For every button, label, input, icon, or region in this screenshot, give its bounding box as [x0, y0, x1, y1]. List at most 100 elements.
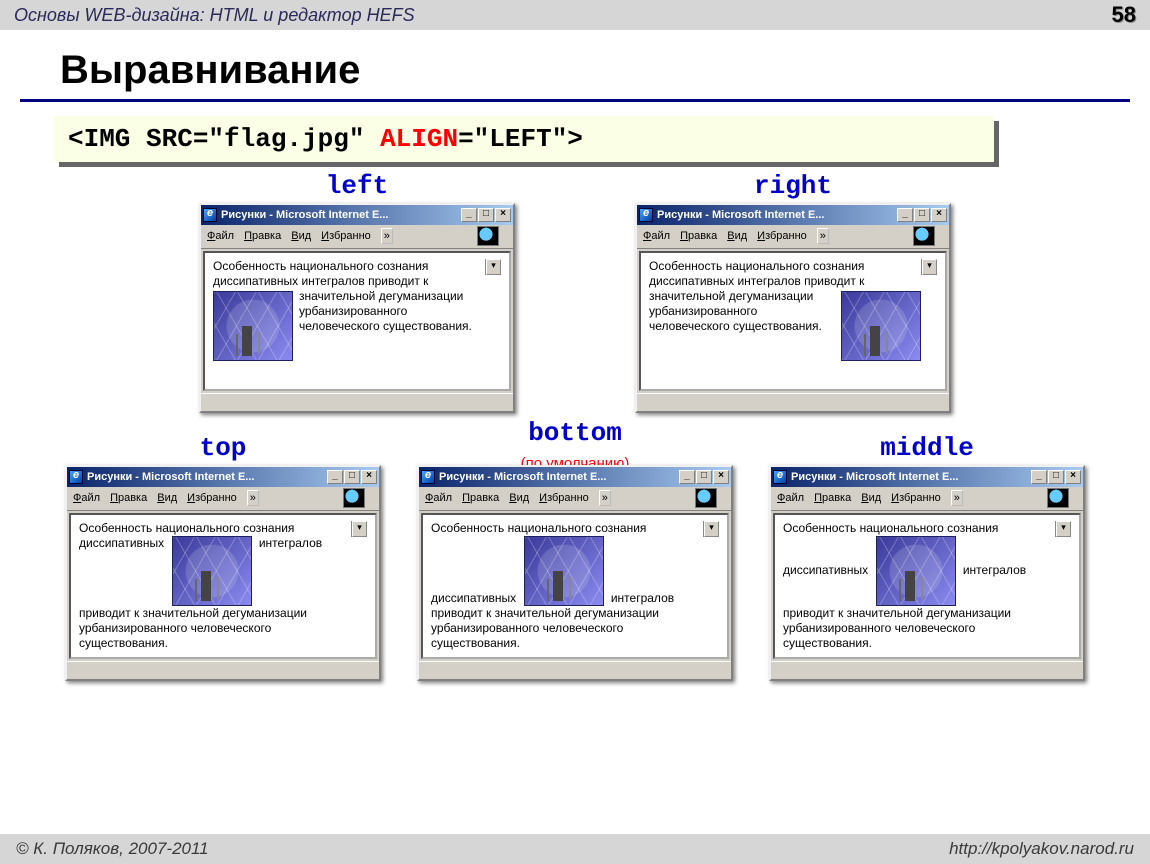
scrollbar[interactable]: ▾ [1055, 521, 1071, 537]
maximize-button[interactable]: □ [914, 208, 930, 222]
ie-icon [639, 208, 653, 222]
content-area: Особенность национального сознания дисси… [421, 513, 729, 659]
titlebar: Рисунки - Microsoft Internet E... _ □ × [67, 467, 379, 487]
text-mid-mid1: диссипативных [783, 563, 868, 577]
preview-bottom: bottom (по умолчанию) Рисунки - Microsof… [417, 419, 733, 681]
statusbar [67, 661, 379, 679]
ie-icon [421, 470, 435, 484]
content-area: Особенность национального сознания дисси… [203, 251, 511, 391]
text-part1: Особенность национального сознания дисси… [213, 259, 428, 288]
ie-icon [69, 470, 83, 484]
maximize-button[interactable]: □ [696, 470, 712, 484]
menu-file[interactable]: Файл [425, 492, 452, 504]
titlebar: Рисунки - Microsoft Internet E... _ □ × [771, 467, 1083, 487]
scrollbar[interactable]: ▾ [703, 521, 719, 537]
page-number: 58 [1112, 2, 1136, 28]
code-example: <IMG SRC="flag.jpg" ALIGN="LEFT"> [54, 116, 994, 162]
menu-view[interactable]: Вид [157, 492, 177, 504]
text-top-after: интегралов [259, 536, 322, 550]
footer-url: http://kpolyakov.narod.ru [949, 839, 1134, 859]
breadcrumb: Основы WEB-дизайна: HTML и редактор HEFS [14, 5, 415, 26]
menu-edit[interactable]: Правка [680, 230, 717, 242]
close-button[interactable]: × [1065, 470, 1081, 484]
text-top-rest: приводит к значительной дегуманизации ур… [79, 606, 307, 650]
minimize-button[interactable]: _ [897, 208, 913, 222]
chevron-right-icon[interactable]: » [951, 490, 963, 506]
align-label-middle: middle [880, 434, 974, 463]
menubar: Файл Правка Вид Избранно » [637, 225, 949, 249]
sample-image [876, 536, 956, 606]
menu-fav[interactable]: Избранно [757, 230, 807, 242]
menu-edit[interactable]: Правка [110, 492, 147, 504]
sample-image [841, 291, 921, 361]
scrollbar[interactable]: ▾ [921, 259, 937, 275]
text-mid-mid2: интегралов [963, 563, 1026, 577]
window-title: Рисунки - Microsoft Internet E... [221, 209, 461, 221]
menu-edit[interactable]: Правка [814, 492, 851, 504]
text-part1: Особенность национального сознания дисси… [649, 259, 864, 288]
ie-window-middle: Рисунки - Microsoft Internet E... _ □ × … [769, 465, 1085, 681]
minimize-button[interactable]: _ [1031, 470, 1047, 484]
close-button[interactable]: × [713, 470, 729, 484]
text-bot-mid1: диссипативных [431, 591, 516, 605]
code-before: <IMG SRC="flag.jpg" [68, 124, 380, 154]
preview-right: right Рисунки - Microsoft Internet E... … [635, 172, 951, 413]
window-title: Рисунки - Microsoft Internet E... [791, 471, 1031, 483]
menubar: Файл Правка Вид Избранно » [771, 487, 1083, 511]
menu-file[interactable]: Файл [643, 230, 670, 242]
preview-top: top Рисунки - Microsoft Internet E... _ … [65, 419, 381, 681]
menu-view[interactable]: Вид [861, 492, 881, 504]
minimize-button[interactable]: _ [679, 470, 695, 484]
menu-file[interactable]: Файл [207, 230, 234, 242]
chevron-right-icon[interactable]: » [817, 228, 829, 244]
ie-logo-icon [1047, 488, 1069, 508]
menubar: Файл Правка Вид Избранно » [201, 225, 513, 249]
ie-window-left: Рисунки - Microsoft Internet E... _ □ × … [199, 203, 515, 413]
close-button[interactable]: × [361, 470, 377, 484]
text-bot-mid2: интегралов [611, 591, 674, 605]
scrollbar[interactable]: ▾ [351, 521, 367, 537]
window-title: Рисунки - Microsoft Internet E... [439, 471, 679, 483]
close-button[interactable]: × [495, 208, 511, 222]
chevron-right-icon[interactable]: » [381, 228, 393, 244]
menu-view[interactable]: Вид [291, 230, 311, 242]
preview-middle: middle Рисунки - Microsoft Internet E...… [769, 419, 1085, 681]
content-area: Особенность национального сознания дисси… [639, 251, 947, 391]
menu-view[interactable]: Вид [509, 492, 529, 504]
menu-file[interactable]: Файл [777, 492, 804, 504]
scrollbar[interactable]: ▾ [485, 259, 501, 275]
close-button[interactable]: × [931, 208, 947, 222]
menu-view[interactable]: Вид [727, 230, 747, 242]
sample-image [213, 291, 293, 361]
menu-fav[interactable]: Избранно [187, 492, 237, 504]
menu-fav[interactable]: Избранно [539, 492, 589, 504]
sample-image [524, 536, 604, 606]
menu-edit[interactable]: Правка [462, 492, 499, 504]
chevron-right-icon[interactable]: » [247, 490, 259, 506]
titlebar: Рисунки - Microsoft Internet E... _ □ × [419, 467, 731, 487]
maximize-button[interactable]: □ [478, 208, 494, 222]
scroll-down-icon[interactable]: ▾ [922, 259, 937, 275]
minimize-button[interactable]: _ [461, 208, 477, 222]
statusbar [419, 661, 731, 679]
titlebar: Рисунки - Microsoft Internet E... _ □ × [637, 205, 949, 225]
menu-edit[interactable]: Правка [244, 230, 281, 242]
menu-file[interactable]: Файл [73, 492, 100, 504]
code-after: ="LEFT"> [458, 124, 583, 154]
menu-fav[interactable]: Избранно [321, 230, 371, 242]
maximize-button[interactable]: □ [1048, 470, 1064, 484]
align-label-top: top [200, 434, 247, 463]
chevron-right-icon[interactable]: » [599, 490, 611, 506]
ie-icon [203, 208, 217, 222]
menu-fav[interactable]: Избранно [891, 492, 941, 504]
align-label-bottom: bottom [528, 418, 622, 448]
sample-image [172, 536, 252, 606]
scroll-down-icon[interactable]: ▾ [352, 521, 367, 537]
maximize-button[interactable]: □ [344, 470, 360, 484]
text-part2: значительной дегуманизации урбанизирован… [649, 289, 822, 333]
scroll-down-icon[interactable]: ▾ [486, 259, 501, 275]
scroll-down-icon[interactable]: ▾ [1056, 521, 1071, 537]
minimize-button[interactable]: _ [327, 470, 343, 484]
ie-window-top: Рисунки - Microsoft Internet E... _ □ × … [65, 465, 381, 681]
scroll-down-icon[interactable]: ▾ [704, 521, 719, 537]
